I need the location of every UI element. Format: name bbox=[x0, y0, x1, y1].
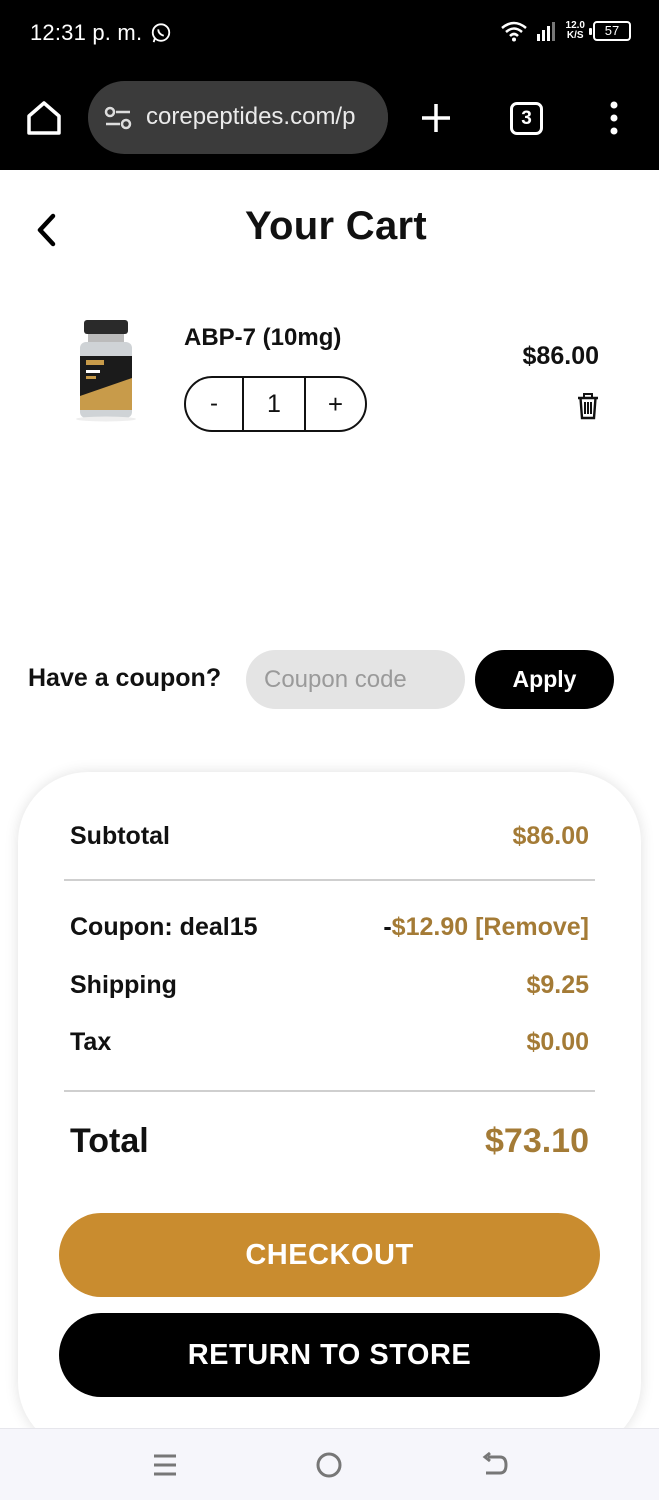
total-value: $73.10 bbox=[485, 1122, 589, 1160]
status-icons: 12.0 K/S 57 bbox=[500, 20, 631, 42]
total-label: Total bbox=[70, 1122, 149, 1160]
remove-coupon-link[interactable]: $12.90 [Remove] bbox=[392, 913, 589, 941]
tax-row: Tax $0.00 bbox=[70, 1028, 589, 1057]
return-to-store-button[interactable]: RETURN TO STORE bbox=[59, 1313, 600, 1397]
home-icon[interactable] bbox=[24, 98, 64, 138]
total-row: Total $73.10 bbox=[70, 1122, 589, 1161]
coupon-label: Have a coupon? bbox=[28, 664, 222, 692]
wifi-icon bbox=[500, 21, 527, 42]
item-price: $86.00 bbox=[522, 342, 599, 370]
system-nav-bar bbox=[0, 1428, 659, 1500]
quantity-value[interactable]: 1 bbox=[244, 378, 306, 430]
decrease-quantity-button[interactable]: - bbox=[186, 378, 244, 430]
back-nav-icon[interactable] bbox=[478, 1449, 510, 1481]
subtotal-label: Subtotal bbox=[70, 822, 170, 850]
apply-coupon-button[interactable]: Apply bbox=[475, 650, 614, 709]
signal-icon bbox=[536, 22, 555, 41]
trash-icon[interactable] bbox=[576, 392, 600, 420]
network-speed: 12.0 K/S bbox=[566, 21, 585, 41]
tax-value: $0.00 bbox=[526, 1028, 589, 1056]
coupon-row: Coupon: deal15 -$12.90 [Remove] bbox=[70, 913, 589, 942]
discount-sign: - bbox=[383, 913, 392, 941]
url-text: corepeptides.com/p bbox=[146, 103, 356, 130]
status-time: 12:31 p. m. bbox=[30, 20, 143, 45]
quantity-stepper: - 1 + bbox=[184, 376, 367, 432]
checkout-button[interactable]: CHECKOUT bbox=[59, 1213, 600, 1297]
shipping-label: Shipping bbox=[70, 971, 177, 999]
url-bar[interactable]: corepeptides.com/p bbox=[88, 81, 388, 154]
shipping-value: $9.25 bbox=[526, 971, 589, 999]
coupon-applied-label: Coupon: deal15 bbox=[70, 913, 258, 941]
tax-label: Tax bbox=[70, 1028, 112, 1056]
coupon-code-input[interactable] bbox=[246, 650, 465, 709]
tabs-icon[interactable]: 3 bbox=[510, 102, 543, 135]
recent-apps-icon[interactable] bbox=[149, 1449, 181, 1481]
whatsapp-icon bbox=[151, 23, 171, 43]
subtotal-value: $86.00 bbox=[512, 822, 589, 850]
divider bbox=[64, 879, 595, 881]
speed-unit: K/S bbox=[566, 30, 584, 41]
subtotal-row: Subtotal $86.00 bbox=[70, 822, 589, 851]
coupon-discount: -$12.90 [Remove] bbox=[383, 913, 589, 942]
site-settings-icon[interactable] bbox=[104, 106, 132, 130]
new-tab-icon[interactable] bbox=[418, 100, 454, 136]
battery-icon: 57 bbox=[589, 21, 631, 41]
page-title: Your Cart bbox=[245, 204, 427, 248]
order-summary-card: Subtotal $86.00 Coupon: deal15 -$12.90 [… bbox=[18, 772, 641, 1452]
divider bbox=[64, 1090, 595, 1092]
url-fade bbox=[358, 81, 388, 154]
browser-chrome: 12:31 p. m. 12.0 K/S 57 corepeptides.com… bbox=[0, 0, 659, 170]
home-nav-icon[interactable] bbox=[313, 1449, 345, 1481]
shipping-row: Shipping $9.25 bbox=[70, 971, 589, 1000]
product-image[interactable] bbox=[70, 318, 142, 422]
increase-quantity-button[interactable]: + bbox=[306, 378, 365, 430]
product-name[interactable]: ABP-7 (10mg) bbox=[184, 324, 341, 352]
more-menu-icon[interactable] bbox=[604, 100, 624, 136]
